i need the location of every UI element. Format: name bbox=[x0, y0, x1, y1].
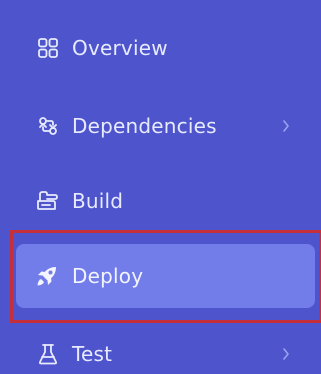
flask-icon bbox=[36, 342, 60, 366]
grid-icon bbox=[36, 36, 60, 60]
sidebar-nav: Overview Dependencies Build Deploy Test bbox=[0, 0, 321, 374]
sidebar-item-deploy[interactable]: Deploy bbox=[16, 244, 315, 308]
sidebar-item-overview[interactable]: Overview bbox=[0, 20, 321, 76]
dependencies-icon bbox=[36, 114, 60, 138]
sidebar-item-dependencies[interactable]: Dependencies bbox=[0, 98, 321, 154]
sidebar-item-label: Deploy bbox=[72, 264, 144, 288]
sidebar-item-label: Test bbox=[72, 342, 113, 366]
chevron-right-icon bbox=[281, 119, 291, 133]
sidebar-item-label: Overview bbox=[72, 36, 168, 60]
build-icon bbox=[36, 189, 60, 213]
chevron-right-icon bbox=[281, 347, 291, 361]
sidebar-item-build[interactable]: Build bbox=[0, 173, 321, 229]
sidebar-item-label: Build bbox=[72, 189, 124, 213]
sidebar-item-test[interactable]: Test bbox=[0, 326, 321, 374]
rocket-icon bbox=[35, 264, 59, 288]
sidebar-item-label: Dependencies bbox=[72, 114, 217, 138]
